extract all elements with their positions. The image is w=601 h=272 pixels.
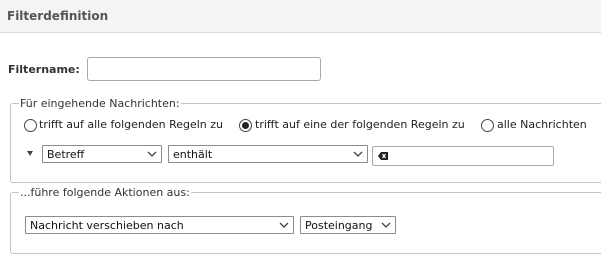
filter-name-input[interactable] [87, 57, 321, 81]
incoming-messages-group [10, 103, 601, 183]
rule-field-value: Betreff [47, 148, 85, 161]
action-value: Nachricht verschieben nach [30, 219, 184, 232]
filter-name-label: Filtername: [8, 63, 80, 76]
target-folder-value: Posteingang [305, 219, 373, 232]
radio-all-rules-label[interactable]: trifft auf alle folgenden Regeln zu [39, 118, 223, 131]
radio-any-rule-label[interactable]: trifft auf eine der folgenden Regeln zu [255, 118, 465, 131]
radio-all-rules[interactable] [24, 119, 37, 132]
chevron-down-icon [279, 222, 289, 228]
rule-operator-value: enthält [173, 148, 213, 161]
rule-field-select[interactable]: Betreff [42, 145, 162, 163]
chevron-down-icon [353, 151, 363, 157]
action-select[interactable]: Nachricht verschieben nach [25, 216, 294, 234]
radio-all-messages-label[interactable]: alle Nachrichten [497, 118, 587, 131]
rule-operator-select[interactable]: enthält [168, 145, 368, 163]
target-folder-select[interactable]: Posteingang [300, 216, 396, 234]
actions-legend: ...führe folgende Aktionen aus: [19, 186, 191, 199]
rule-value-input[interactable] [372, 146, 554, 166]
page-title: Filterdefinition [7, 9, 109, 23]
rule-collapse-toggle-icon[interactable] [27, 151, 33, 156]
incoming-legend: Für eingehende Nachrichten: [19, 97, 181, 110]
chevron-down-icon [381, 222, 391, 228]
radio-any-rule[interactable] [239, 119, 252, 132]
clear-tag-icon[interactable] [377, 151, 389, 161]
chevron-down-icon [147, 151, 157, 157]
radio-all-messages[interactable] [481, 119, 494, 132]
page-header: Filterdefinition [0, 0, 601, 33]
